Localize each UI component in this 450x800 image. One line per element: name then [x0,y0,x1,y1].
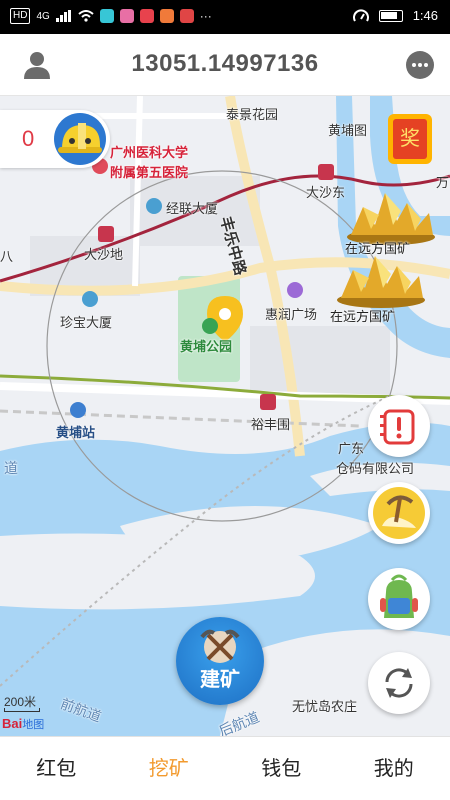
map-label-water: 道 [4,460,18,476]
build-mine-label: 建矿 [200,669,240,691]
clock: 1:46 [412,8,438,23]
dig-button[interactable] [368,482,430,544]
baidu-logo-map: 地图 [22,719,45,731]
score-value: 0 [22,126,35,151]
battery-icon [378,9,403,22]
map-label: 经联大厦 [166,201,219,216]
map-label-metro: 大沙东 [306,185,346,200]
map-label-park: 黄埔公园 [180,339,233,354]
wifi-icon [78,10,94,22]
metro-icon [260,394,276,410]
gold-mine-icon[interactable] [345,185,437,245]
map-label-station: 黄埔站 [56,425,96,440]
refresh-icon [385,668,413,698]
train-station-icon [70,402,86,418]
award-button[interactable]: 奖 [388,114,432,164]
map-label: 惠润广场 [265,307,318,322]
map-label: 万 [436,175,450,190]
signal-icon [55,10,71,22]
map-label: 仓码有限公司 [336,461,415,476]
status-left: HD 4G ··· [10,8,212,24]
building-icon [82,291,98,307]
map-label: 珍宝大厦 [60,315,113,330]
refresh-button[interactable] [368,652,430,714]
status-right: 1:46 [352,8,438,23]
gold-mine-icon[interactable] [335,248,427,308]
map-label-hospital: 广州医科大学 [110,145,189,160]
map-label-hospital: 附属第五医院 [110,165,189,180]
map-label: 八 [0,249,14,264]
tab-bar: 红包 挖矿 钱包 我的 [0,736,450,800]
shopping-icon [287,282,303,298]
status-bar: HD 4G ··· 1:46 [0,0,450,34]
tab-red-packet[interactable]: 红包 [0,737,113,800]
app-root: HD 4G ··· 1:46 13051.14997136 泰景花园 黄埔图 万… [0,0,450,800]
tab-mining[interactable]: 挖矿 [113,737,226,800]
app-notification-icon [139,9,154,23]
app-notification-icon [99,9,114,23]
map-label: 黄埔图 [328,123,368,138]
map-label: 无忧岛农庄 [292,699,358,714]
map-label: 广东 [338,441,365,456]
metro-icon [98,226,114,242]
map-label-metro: 大沙地 [84,247,124,262]
notice-icon [380,409,415,445]
app-notification-icon [119,9,134,23]
mine-label[interactable]: 在远方国矿 [330,306,395,325]
map-label: 泰景花园 [226,107,279,122]
park-icon [202,318,218,334]
more-dots-icon[interactable] [406,51,434,79]
backpack-icon [380,574,418,618]
app-notification-icon [179,9,194,23]
balance-title: 13051.14997136 [131,50,319,77]
more-notifications-icon: ··· [199,9,212,23]
signal-label: 4G [36,10,50,22]
pickaxe-icon [373,487,425,539]
tab-wallet[interactable]: 钱包 [225,737,338,800]
map-label-metro: 裕丰围 [251,417,291,432]
baidu-logo-text: Bai [2,716,23,731]
helmet-icon [54,113,106,165]
app-notification-icon [159,9,174,23]
map-scale-bar [4,708,40,712]
tab-mine[interactable]: 我的 [338,737,450,800]
baidu-map-logo: Bai地图 [2,716,44,732]
score-card[interactable]: 0 [0,110,110,168]
building-icon [146,198,162,214]
hd-badge: HD [10,8,31,24]
notice-button[interactable] [368,395,430,457]
speed-icon [352,8,369,22]
header: 13051.14997136 [0,34,450,96]
backpack-button[interactable] [368,568,430,630]
metro-icon [318,164,334,180]
award-label: 奖 [393,119,427,159]
build-mine-button[interactable]: 建矿 [176,617,264,705]
